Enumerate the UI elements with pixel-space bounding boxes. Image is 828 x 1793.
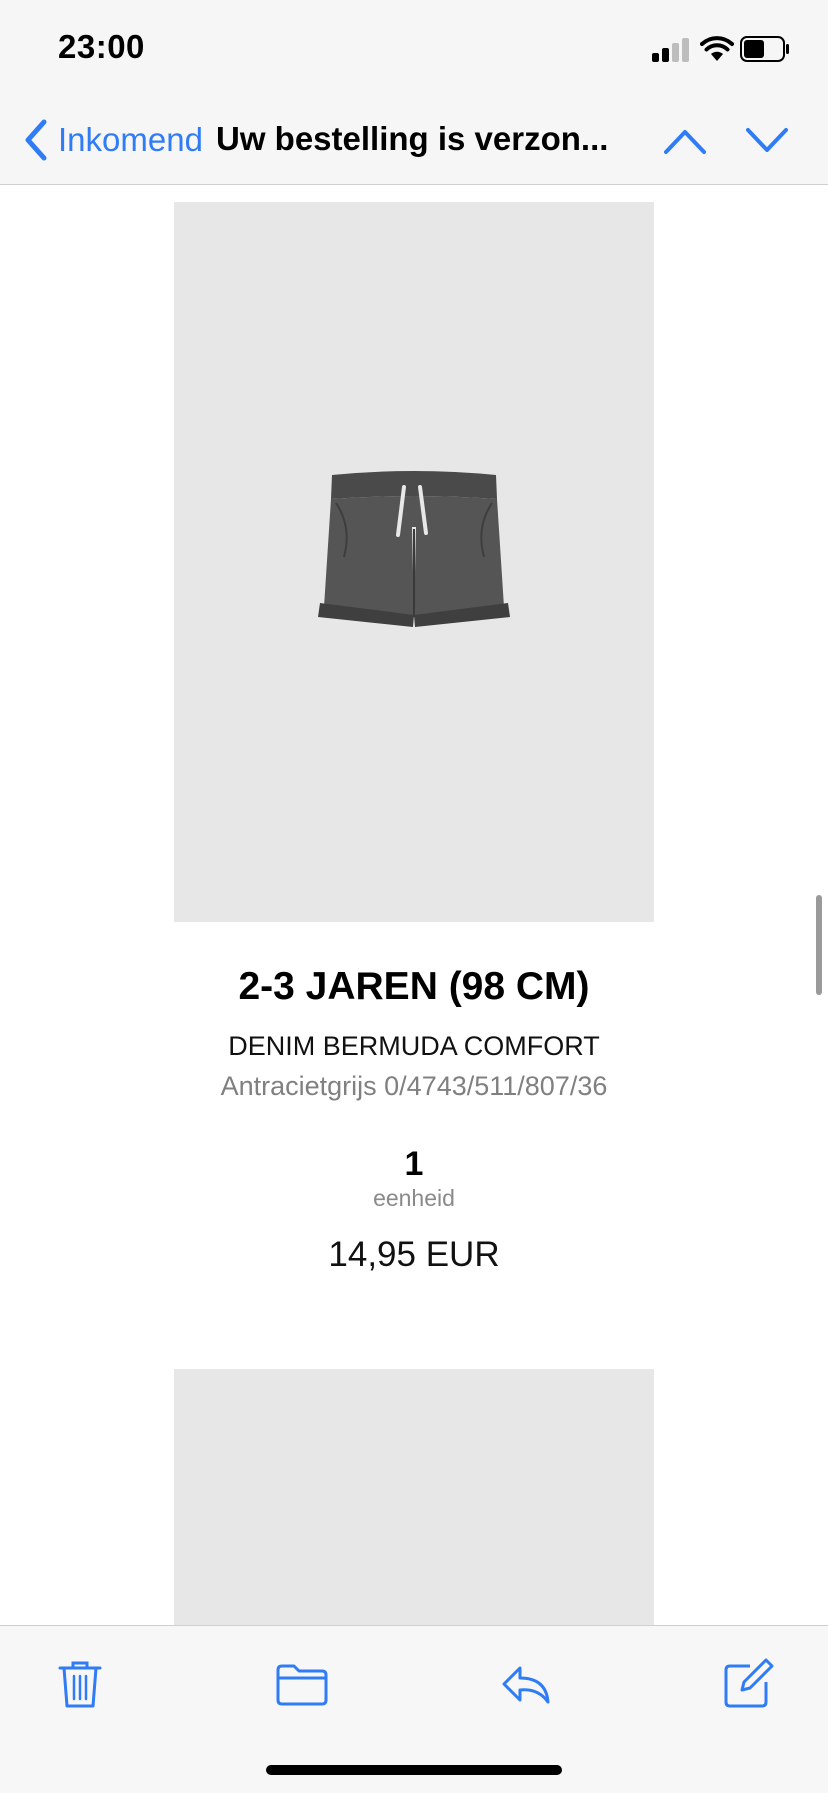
product-quantity: 1: [404, 1145, 424, 1183]
chevron-left-icon: [25, 119, 47, 161]
shorts-image: [318, 471, 510, 627]
product-image[interactable]: [174, 202, 654, 922]
quantity-unit: eenheid: [373, 1185, 455, 1211]
email-body[interactable]: 2-3 JAREN (98 CM) DENIM BERMUDA COMFORT …: [0, 185, 828, 1625]
message-subject: Uw bestelling is verzon...: [216, 120, 609, 157]
back-button-label: Inkomend: [58, 121, 203, 158]
reply-button[interactable]: [498, 1656, 554, 1712]
compose-icon: [724, 1658, 774, 1708]
previous-message-icon[interactable]: [662, 120, 708, 162]
nav-bar: Inkomend Uw bestelling is verzon...: [0, 100, 828, 185]
next-product-image[interactable]: [174, 1369, 654, 1625]
back-button[interactable]: Inkomend: [22, 118, 203, 162]
product-price: 14,95 EUR: [328, 1235, 500, 1274]
battery-icon: [740, 36, 789, 62]
wifi-icon: [700, 36, 734, 61]
delete-button[interactable]: [52, 1656, 108, 1712]
folder-icon: [276, 1664, 328, 1706]
home-indicator[interactable]: [266, 1765, 562, 1775]
scrollbar[interactable]: [816, 895, 822, 995]
next-message-icon[interactable]: [744, 120, 790, 162]
status-time: 23:00: [58, 28, 145, 65]
compose-button[interactable]: [720, 1656, 776, 1712]
status-bar: 23:00: [0, 0, 828, 100]
product-reference: Antracietgrijs 0/4743/511/807/36: [220, 1071, 608, 1101]
cellular-signal-icon: [652, 38, 690, 62]
reply-icon: [502, 1666, 550, 1704]
move-button[interactable]: [274, 1656, 330, 1712]
product-size: 2-3 JAREN (98 CM): [238, 965, 590, 1008]
product-name: DENIM BERMUDA COMFORT: [228, 1031, 600, 1061]
trash-icon: [58, 1661, 102, 1708]
